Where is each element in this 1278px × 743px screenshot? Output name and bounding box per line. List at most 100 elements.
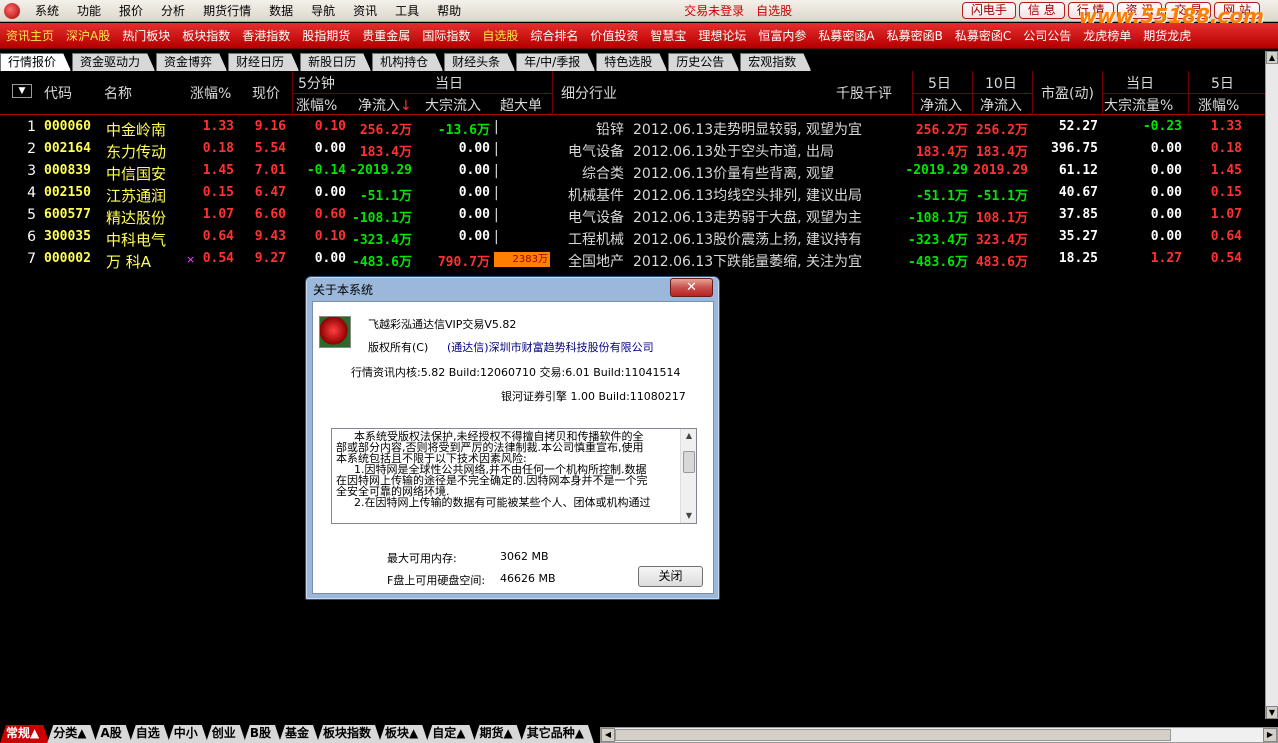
quick-nav-item[interactable]: 综合排名	[524, 27, 584, 44]
tab-item[interactable]: 机构持仓	[372, 53, 443, 71]
col-change-pct[interactable]: 涨幅%	[190, 83, 231, 103]
quick-nav-item[interactable]: 私募密函B	[881, 27, 949, 44]
col-5d-net[interactable]: 净流入	[920, 95, 962, 115]
table-row[interactable]: 7 000002 万 科A × 0.54 9.27 0.00 -483.6万 790.7万 全国地…	[0, 249, 1265, 271]
quick-nav-item[interactable]: 理想论坛	[692, 27, 752, 44]
notice-scrollbar[interactable]: ▲ ▼	[680, 429, 696, 523]
quick-nav-item[interactable]: 板块指数	[176, 27, 236, 44]
scroll-right-icon[interactable]: ▶	[1263, 728, 1277, 742]
table-row[interactable]: 2 002164 东力传动 0.18 5.54 0.00 183.4万 0.00 电气设备 201…	[0, 139, 1265, 161]
horizontal-scrollbar[interactable]: ◀ ▶	[599, 727, 1278, 743]
table-vertical-scrollbar[interactable]: ▲ ▼	[1265, 51, 1278, 719]
sort-dropdown-icon[interactable]: ▼	[12, 84, 32, 98]
menu-futures[interactable]: 期货行情	[194, 0, 260, 22]
menu-system[interactable]: 系统	[26, 0, 68, 22]
menu-help[interactable]: 帮助	[428, 0, 470, 22]
dialog-close-button[interactable]: ✕	[670, 278, 713, 297]
tab-item[interactable]: 财经日历	[228, 53, 299, 71]
menu-data[interactable]: 数据	[260, 0, 302, 22]
category-tab[interactable]: 板块▲	[379, 725, 428, 743]
license-notice-box[interactable]: 本系统受版权法保护,未经授权不得擅自拷贝和传播软件的全 部或部分内容,否则将受到严…	[331, 428, 697, 524]
col-super-large[interactable]: 超大单	[500, 95, 542, 115]
category-tab[interactable]: A股	[94, 725, 131, 743]
category-tab[interactable]: 板块指数	[317, 725, 381, 743]
quick-nav-item[interactable]: 股指期货	[296, 27, 356, 44]
notice-scroll-thumb[interactable]	[683, 451, 695, 473]
category-tab[interactable]: 基金	[279, 725, 319, 743]
category-tab[interactable]: 中小	[168, 725, 208, 743]
scroll-up-icon[interactable]: ▲	[1266, 51, 1278, 64]
col-review[interactable]: 千股千评	[836, 83, 892, 103]
tab-item[interactable]: 历史公告	[668, 53, 739, 71]
quick-nav-item[interactable]: 私募密函C	[949, 27, 1017, 44]
category-tab[interactable]: 常规▲	[0, 725, 49, 743]
tab-item[interactable]: 资金博弈	[156, 53, 227, 71]
table-row[interactable]: 3 000839 中信国安 1.45 7.01 -0.14 -2019.29 0.00 综合类 2…	[0, 161, 1265, 183]
col-net-inflow[interactable]: 净流入↓	[358, 95, 412, 115]
tab-item[interactable]: 行情报价	[0, 53, 71, 71]
col-10d-net[interactable]: 净流入	[980, 95, 1022, 115]
table-row[interactable]: 5 600577 精达股份 1.07 6.60 0.60 -108.1万 0.00 电气设备 20…	[0, 205, 1265, 227]
tab-item[interactable]: 年/中/季报	[516, 53, 595, 71]
trade-login-status[interactable]: 交易未登录	[678, 2, 750, 19]
category-tab[interactable]: B股	[244, 725, 281, 743]
col-name[interactable]: 名称	[104, 83, 132, 103]
category-tab[interactable]: 分类▲	[47, 725, 96, 743]
col-code[interactable]: 代码	[44, 83, 72, 103]
category-tab[interactable]: 其它品种▲	[521, 725, 594, 743]
col-block-flow-pct[interactable]: 大宗流量%	[1104, 95, 1173, 115]
category-tab[interactable]: 创业	[206, 725, 246, 743]
market-button[interactable]: 行 情	[1067, 2, 1114, 19]
notice-scroll-up-icon[interactable]: ▲	[682, 429, 696, 443]
tab-item[interactable]: 新股日历	[300, 53, 371, 71]
quick-nav-item[interactable]: 恒富内参	[752, 27, 812, 44]
quick-nav-item[interactable]: 公司公告	[1017, 27, 1077, 44]
dialog-titlebar[interactable]: 关于本系统 ✕	[306, 277, 719, 299]
col-5d-change[interactable]: 涨幅%	[1198, 95, 1239, 115]
col-price[interactable]: 现价	[252, 83, 280, 103]
trade-button[interactable]: 交 易	[1165, 2, 1212, 19]
col-industry[interactable]: 细分行业	[561, 83, 617, 103]
tab-item[interactable]: 财经头条	[444, 53, 515, 71]
scroll-down-icon[interactable]: ▼	[1266, 706, 1278, 719]
menu-analysis[interactable]: 分析	[152, 0, 194, 22]
flash-hand-button[interactable]: 闪电手	[961, 2, 1016, 19]
quick-nav-item[interactable]: 热门板块	[116, 27, 176, 44]
quick-nav-item[interactable]: 私募密函A	[812, 27, 880, 44]
table-row[interactable]: 1 000060 中金岭南 1.33 9.16 0.10 256.2万 -13.6万 铅锌 201…	[0, 117, 1265, 139]
scroll-thumb[interactable]	[614, 729, 1171, 741]
quick-nav-item[interactable]: 深沪A股	[60, 27, 116, 44]
close-button[interactable]: 关闭	[638, 566, 703, 587]
tab-item[interactable]: 资金驱动力	[72, 53, 155, 71]
quick-nav-item[interactable]: 资讯主页	[0, 27, 60, 44]
category-tab[interactable]: 自定▲	[426, 725, 475, 743]
quick-nav-item[interactable]: 贵重金属	[356, 27, 416, 44]
notice-scroll-down-icon[interactable]: ▼	[682, 509, 696, 523]
news-button[interactable]: 资 讯	[1116, 2, 1163, 19]
col-pe[interactable]: 市盈(动)	[1041, 83, 1094, 103]
scroll-left-icon[interactable]: ◀	[600, 728, 615, 742]
quick-nav-item[interactable]: 香港指数	[236, 27, 296, 44]
menu-news[interactable]: 资讯	[344, 0, 386, 22]
quick-nav-item[interactable]: 期货龙虎	[1137, 27, 1197, 44]
quick-nav-item[interactable]: 龙虎榜单	[1077, 27, 1137, 44]
col-block-inflow[interactable]: 大宗流入	[425, 95, 481, 115]
info-button[interactable]: 信 息	[1018, 2, 1065, 19]
table-row[interactable]: 6 300035 中科电气 0.64 9.43 0.10 -323.4万 0.00 工程机械 20…	[0, 227, 1265, 249]
website-button[interactable]: 网 站	[1214, 2, 1260, 19]
menu-function[interactable]: 功能	[68, 0, 110, 22]
table-row[interactable]: 4 002150 江苏通润 0.15 6.47 0.00 -51.1万 0.00 机械基件 201…	[0, 183, 1265, 205]
col-5min-change[interactable]: 涨幅%	[296, 95, 337, 115]
self-pick-link[interactable]: 自选股	[750, 2, 798, 19]
category-tab[interactable]: 期货▲	[473, 725, 522, 743]
menu-tools[interactable]: 工具	[386, 0, 428, 22]
category-tab[interactable]: 自选	[130, 725, 170, 743]
quick-nav-item[interactable]: 智慧宝	[644, 27, 692, 44]
quick-nav-item[interactable]: 价值投资	[584, 27, 644, 44]
menu-navigate[interactable]: 导航	[302, 0, 344, 22]
menu-quote[interactable]: 报价	[110, 0, 152, 22]
tab-item[interactable]: 特色选股	[596, 53, 667, 71]
quick-nav-item[interactable]: 自选股	[476, 27, 524, 44]
quick-nav-item[interactable]: 国际指数	[416, 27, 476, 44]
tab-item[interactable]: 宏观指数	[740, 53, 811, 71]
